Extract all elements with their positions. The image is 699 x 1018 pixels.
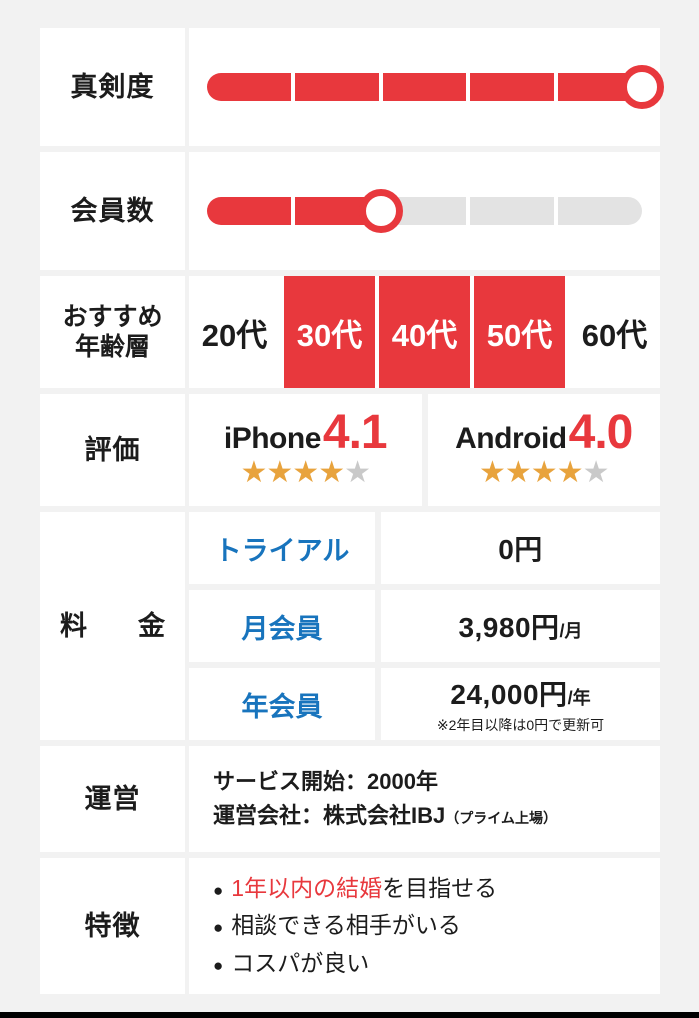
feature-rest: コスパが良い bbox=[231, 949, 370, 976]
row-value-feature: ● 1年以内の結婚を目指せる ● 相談できる相手がいる ● コスパが良い bbox=[189, 858, 660, 994]
slider-segment bbox=[382, 73, 467, 101]
slider-segment bbox=[470, 197, 555, 225]
table-row-rating: 評価 iPhone 4.1 ★★★★★ Android 4.0 ★★★★★ bbox=[40, 394, 660, 506]
operator-company-name: 運営会社：株式会社IBJ bbox=[213, 803, 446, 828]
row-label-rating: 評価 bbox=[40, 394, 185, 506]
star-filled-icon: ★ bbox=[266, 455, 293, 489]
seriousness-slider-thumb[interactable] bbox=[620, 65, 664, 109]
star-filled-icon: ★ bbox=[556, 455, 584, 489]
operator-company: 運営会社：株式会社IBJ（プライム上場） bbox=[213, 799, 557, 833]
table-row-feature: 特徴 ● 1年以内の結婚を目指せる ● 相談できる相手がいる ● コスパが良い bbox=[40, 858, 660, 994]
price-amount-text: 0円 bbox=[498, 534, 543, 565]
star-filled-icon: ★ bbox=[318, 455, 345, 489]
row-label-price: 料 金 bbox=[40, 512, 185, 740]
price-amount-yearly: 24,000円/年 bbox=[450, 673, 590, 713]
seriousness-slider-track bbox=[207, 73, 642, 101]
row-value-price: トライアル 0円 月会員 3,980円/月 年会員 24,000円/年 ※2年目… bbox=[189, 512, 660, 740]
table-row-seriousness: 真剣度 bbox=[40, 28, 664, 146]
feature-text: 相談できる相手がいる bbox=[231, 907, 461, 944]
star-filled-icon: ★ bbox=[292, 455, 319, 489]
star-filled-icon: ★ bbox=[240, 455, 267, 489]
rating-stars-iphone: ★★★★★ bbox=[240, 455, 371, 489]
row-value-age-range: 20代 30代 40代 50代 60代 bbox=[189, 276, 660, 388]
price-line-trial: トライアル 0円 bbox=[189, 512, 660, 584]
price-amount-monthly: 3,980円/月 bbox=[458, 606, 582, 646]
price-name-monthly: 月会員 bbox=[189, 590, 375, 662]
feature-item: ● 相談できる相手がいる bbox=[213, 907, 461, 944]
rating-score-iphone: 4.1 bbox=[322, 405, 388, 459]
rating-score-android: 4.0 bbox=[568, 405, 634, 459]
seriousness-slider[interactable] bbox=[207, 65, 664, 109]
rating-head-iphone: iPhone 4.1 bbox=[223, 405, 388, 459]
rating-head-android: Android 4.0 bbox=[455, 405, 634, 459]
row-value-rating: iPhone 4.1 ★★★★★ Android 4.0 ★★★★★ bbox=[189, 394, 660, 506]
bullet-icon: ● bbox=[213, 955, 224, 975]
age-cell-60s: 60代 bbox=[581, 317, 648, 353]
age-cell-30s: 30代 bbox=[284, 276, 375, 388]
feature-item: ● コスパが良い bbox=[213, 945, 369, 982]
row-label-feature: 特徴 bbox=[40, 858, 185, 994]
star-empty-icon: ★ bbox=[344, 455, 371, 489]
slider-segment bbox=[207, 197, 291, 225]
price-value-yearly: 24,000円/年 ※2年目以降は0円で更新可 bbox=[381, 668, 660, 740]
feature-highlight: 1年以内の結婚 bbox=[231, 875, 383, 902]
slider-segment bbox=[470, 73, 555, 101]
bullet-icon: ● bbox=[213, 881, 224, 901]
price-note-yearly: ※2年目以降は0円で更新可 bbox=[436, 717, 605, 733]
rating-cell-android: Android 4.0 ★★★★★ bbox=[427, 394, 660, 506]
row-label-operator: 運営 bbox=[40, 746, 185, 852]
price-value-monthly: 3,980円/月 bbox=[381, 590, 660, 662]
slider-segment bbox=[294, 73, 379, 101]
bottom-black-bar bbox=[0, 1012, 699, 1018]
row-value-members bbox=[189, 152, 660, 270]
bullet-icon: ● bbox=[213, 918, 224, 938]
feature-item: ● 1年以内の結婚を目指せる bbox=[213, 870, 497, 907]
price-name-yearly: 年会員 bbox=[189, 668, 375, 740]
members-slider-track bbox=[207, 197, 642, 225]
rating-os-android: Android bbox=[455, 421, 567, 455]
row-value-operator: サービス開始：2000年 運営会社：株式会社IBJ（プライム上場） bbox=[189, 746, 660, 852]
price-amount-trial: 0円 bbox=[498, 528, 543, 568]
feature-text: 1年以内の結婚を目指せる bbox=[231, 870, 497, 907]
row-label-age-range: おすすめ 年齢層 bbox=[40, 276, 185, 388]
row-label-age-range-line2: 年齢層 bbox=[74, 333, 150, 361]
rating-stars-android: ★★★★★ bbox=[478, 455, 610, 489]
price-line-monthly: 月会員 3,980円/月 bbox=[189, 590, 660, 662]
feature-text: コスパが良い bbox=[231, 945, 369, 982]
row-label-age-range-line1: おすすめ bbox=[62, 302, 163, 331]
price-name-trial: トライアル bbox=[189, 512, 375, 584]
members-slider-thumb[interactable] bbox=[359, 189, 403, 233]
table-row-operator: 運営 サービス開始：2000年 運営会社：株式会社IBJ（プライム上場） bbox=[40, 746, 660, 852]
members-slider[interactable] bbox=[207, 189, 642, 233]
price-unit-text: /年 bbox=[567, 688, 591, 708]
table-row-members: 会員数 bbox=[40, 152, 660, 270]
row-label-seriousness: 真剣度 bbox=[40, 28, 185, 146]
operator-company-listing: （プライム上場） bbox=[445, 810, 557, 826]
spec-comparison-table: 真剣度 会員数 おすすめ 年齢層 20代 30代 40代 50代 60代 評価 … bbox=[40, 28, 664, 1000]
star-filled-icon: ★ bbox=[530, 455, 558, 489]
row-value-seriousness bbox=[189, 28, 664, 146]
age-cell-20s: 20代 bbox=[201, 317, 268, 353]
table-row-price: 料 金 トライアル 0円 月会員 3,980円/月 年会員 24,000円/年 … bbox=[40, 512, 660, 740]
price-line-yearly: 年会員 24,000円/年 ※2年目以降は0円で更新可 bbox=[189, 668, 660, 740]
star-filled-icon: ★ bbox=[478, 455, 506, 489]
feature-rest: 相談できる相手がいる bbox=[231, 912, 461, 939]
price-unit-text: /月 bbox=[559, 621, 583, 641]
slider-segment bbox=[207, 73, 291, 101]
rating-cell-iphone: iPhone 4.1 ★★★★★ bbox=[189, 394, 422, 506]
price-amount-text: 3,980円 bbox=[458, 612, 560, 643]
age-cell-40s: 40代 bbox=[379, 276, 470, 388]
feature-rest: を目指せる bbox=[382, 875, 498, 902]
table-row-age-range: おすすめ 年齢層 20代 30代 40代 50代 60代 bbox=[40, 276, 660, 388]
price-amount-text: 24,000円 bbox=[450, 679, 568, 710]
row-label-members: 会員数 bbox=[40, 152, 185, 270]
price-value-trial: 0円 bbox=[381, 512, 660, 584]
operator-service-start: サービス開始：2000年 bbox=[213, 768, 438, 794]
star-filled-icon: ★ bbox=[504, 455, 532, 489]
age-cell-50s: 50代 bbox=[474, 276, 565, 388]
rating-os-iphone: iPhone bbox=[223, 421, 322, 455]
slider-segment bbox=[558, 197, 642, 225]
star-empty-icon: ★ bbox=[582, 455, 610, 489]
